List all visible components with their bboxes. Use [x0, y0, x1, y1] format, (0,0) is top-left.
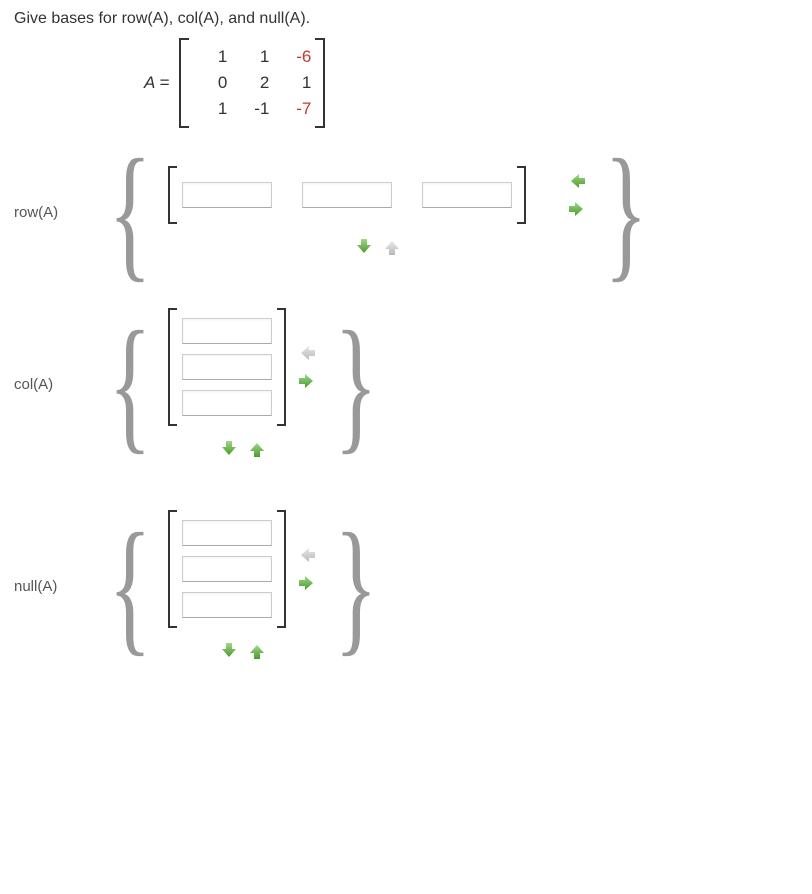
- A-1-2: 1: [273, 70, 315, 96]
- col-label: col(A): [14, 376, 94, 393]
- add-row-icon[interactable]: [218, 640, 240, 662]
- brace-open-icon: {: [108, 175, 151, 250]
- add-row-icon[interactable]: [353, 236, 375, 258]
- matrix-definition: A = 1 1 -6 0 2 1 1 -1 -7: [144, 38, 798, 128]
- add-column-icon[interactable]: [296, 572, 318, 594]
- matrix-label: A =: [144, 73, 169, 93]
- remove-column-icon[interactable]: [296, 544, 318, 566]
- null-input-2[interactable]: [182, 556, 272, 582]
- A-1-1: 2: [231, 70, 273, 96]
- A-2-0: 1: [189, 96, 231, 122]
- null-section: null(A) {: [14, 500, 798, 672]
- null-input-1[interactable]: [182, 520, 272, 546]
- remove-column-icon[interactable]: [296, 342, 318, 364]
- A-2-1: -1: [231, 96, 273, 122]
- add-row-icon[interactable]: [218, 438, 240, 460]
- col-input-2[interactable]: [182, 354, 272, 380]
- vertical-arrow-controls: [218, 438, 268, 460]
- remove-row-icon[interactable]: [381, 236, 403, 258]
- vertical-arrow-controls: [218, 640, 268, 662]
- remove-row-icon[interactable]: [246, 640, 268, 662]
- brace-close-icon: }: [334, 549, 377, 624]
- horizontal-arrow-controls: [296, 544, 318, 594]
- row-vector: [168, 166, 526, 224]
- horizontal-arrow-controls: [296, 342, 318, 392]
- horizontal-arrow-controls: [566, 170, 588, 220]
- null-label: null(A): [14, 578, 94, 595]
- remove-column-icon[interactable]: [566, 170, 588, 192]
- row-label: row(A): [14, 204, 94, 221]
- A-2-2: -7: [273, 96, 315, 122]
- null-input-3[interactable]: [182, 592, 272, 618]
- A-1-0: 0: [189, 70, 231, 96]
- vertical-arrow-controls: [353, 236, 403, 258]
- col-input-1[interactable]: [182, 318, 272, 344]
- A-0-2: -6: [273, 44, 315, 70]
- brace-open-icon: {: [108, 549, 151, 624]
- row-input-3[interactable]: [422, 182, 512, 208]
- brace-open-icon: {: [108, 347, 151, 422]
- col-section: col(A) {: [14, 298, 798, 470]
- add-column-icon[interactable]: [296, 370, 318, 392]
- matrix-A: 1 1 -6 0 2 1 1 -1 -7: [179, 38, 325, 128]
- add-column-icon[interactable]: [566, 198, 588, 220]
- remove-row-icon[interactable]: [246, 438, 268, 460]
- row-input-2[interactable]: [302, 182, 392, 208]
- question-prompt: Give bases for row(A), col(A), and null(…: [14, 10, 798, 28]
- row-input-1[interactable]: [182, 182, 272, 208]
- A-0-1: 1: [231, 44, 273, 70]
- null-vector: [168, 510, 286, 628]
- brace-close-icon: }: [334, 347, 377, 422]
- A-0-0: 1: [189, 44, 231, 70]
- col-vector: [168, 308, 286, 426]
- col-input-3[interactable]: [182, 390, 272, 416]
- row-section: row(A) {: [14, 156, 798, 268]
- brace-close-icon: }: [604, 175, 647, 250]
